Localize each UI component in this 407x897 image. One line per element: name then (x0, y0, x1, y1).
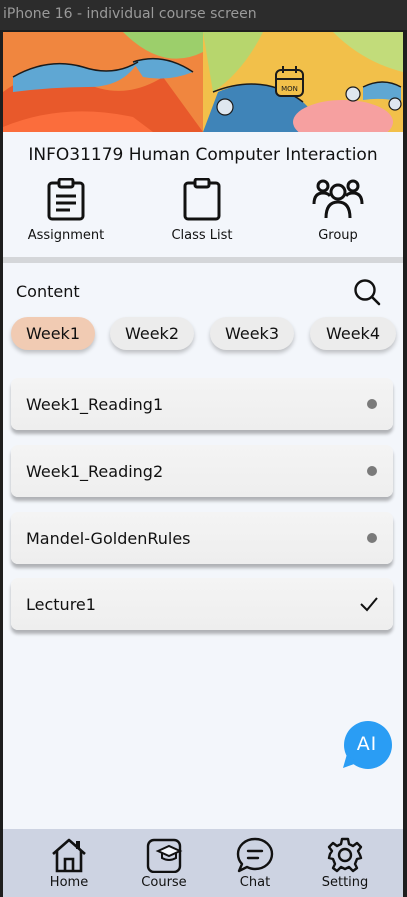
group-label: Group (318, 228, 358, 243)
tab-course[interactable]: Course (124, 837, 204, 890)
ai-assistant-button[interactable]: AI (341, 720, 393, 772)
quick-actions: Assignment Class List Group (3, 178, 403, 248)
unread-dot (367, 399, 377, 409)
group-icon (312, 179, 364, 219)
content-heading: Content (16, 282, 80, 301)
assignment-icon (47, 178, 85, 221)
course-icon (146, 838, 183, 873)
course-title: INFO31179 Human Computer Interaction (28, 145, 378, 165)
clipboard-icon (183, 178, 221, 221)
tab-home[interactable]: Home (29, 837, 109, 890)
week-chip-week2[interactable]: Week2 (110, 317, 194, 350)
tab-home-label: Home (49, 875, 89, 890)
week-chip-week3[interactable]: Week3 (210, 317, 294, 350)
home-icon (52, 838, 86, 873)
tab-chat-label: Chat (239, 875, 271, 890)
group-button[interactable]: Group (288, 178, 388, 243)
tab-course-label: Course (141, 875, 187, 890)
ai-button-label: AI (356, 733, 378, 755)
banner-illustration: MON (3, 32, 403, 132)
phone-screen: MON INFO31179 Human Computer Interaction… (3, 32, 403, 897)
unread-dot (367, 466, 377, 476)
class-list-button[interactable]: Class List (152, 178, 252, 243)
class-list-label: Class List (171, 228, 233, 243)
week-chip-week4[interactable]: Week4 (310, 317, 396, 350)
list-item[interactable]: Mandel-GoldenRules (11, 512, 393, 564)
window-title: iPhone 16 - individual course screen (0, 0, 407, 30)
list-item[interactable]: Week1_Reading2 (11, 445, 393, 497)
check-icon (360, 597, 378, 612)
tab-setting[interactable]: Setting (305, 837, 385, 890)
tab-setting-label: Setting (321, 875, 369, 890)
course-banner: MON (3, 32, 403, 132)
tab-chat[interactable]: Chat (215, 837, 295, 890)
list-item-label: Week1_Reading2 (26, 461, 164, 481)
calendar-icon: MON (275, 66, 304, 97)
search-button[interactable] (353, 278, 381, 306)
bottom-tab-bar: Home Course Chat Setting (3, 829, 403, 897)
unread-dot (367, 533, 377, 543)
assignment-label: Assignment (27, 228, 105, 243)
gear-icon (327, 837, 363, 873)
search-icon (354, 279, 381, 306)
chat-icon (236, 837, 274, 873)
week-chip-week1[interactable]: Week1 (11, 317, 95, 350)
assignment-button[interactable]: Assignment (16, 178, 116, 243)
list-item-label: Week1_Reading1 (26, 394, 164, 414)
section-divider (3, 257, 403, 263)
list-item-label: Mandel-GoldenRules (26, 528, 191, 548)
calendar-badge-text: MON (281, 85, 298, 93)
list-item-label: Lecture1 (26, 594, 96, 614)
list-item[interactable]: Lecture1 (11, 578, 393, 630)
week-selector: Week1 Week2 Week3 Week4 (3, 317, 403, 351)
list-item[interactable]: Week1_Reading1 (11, 378, 393, 430)
